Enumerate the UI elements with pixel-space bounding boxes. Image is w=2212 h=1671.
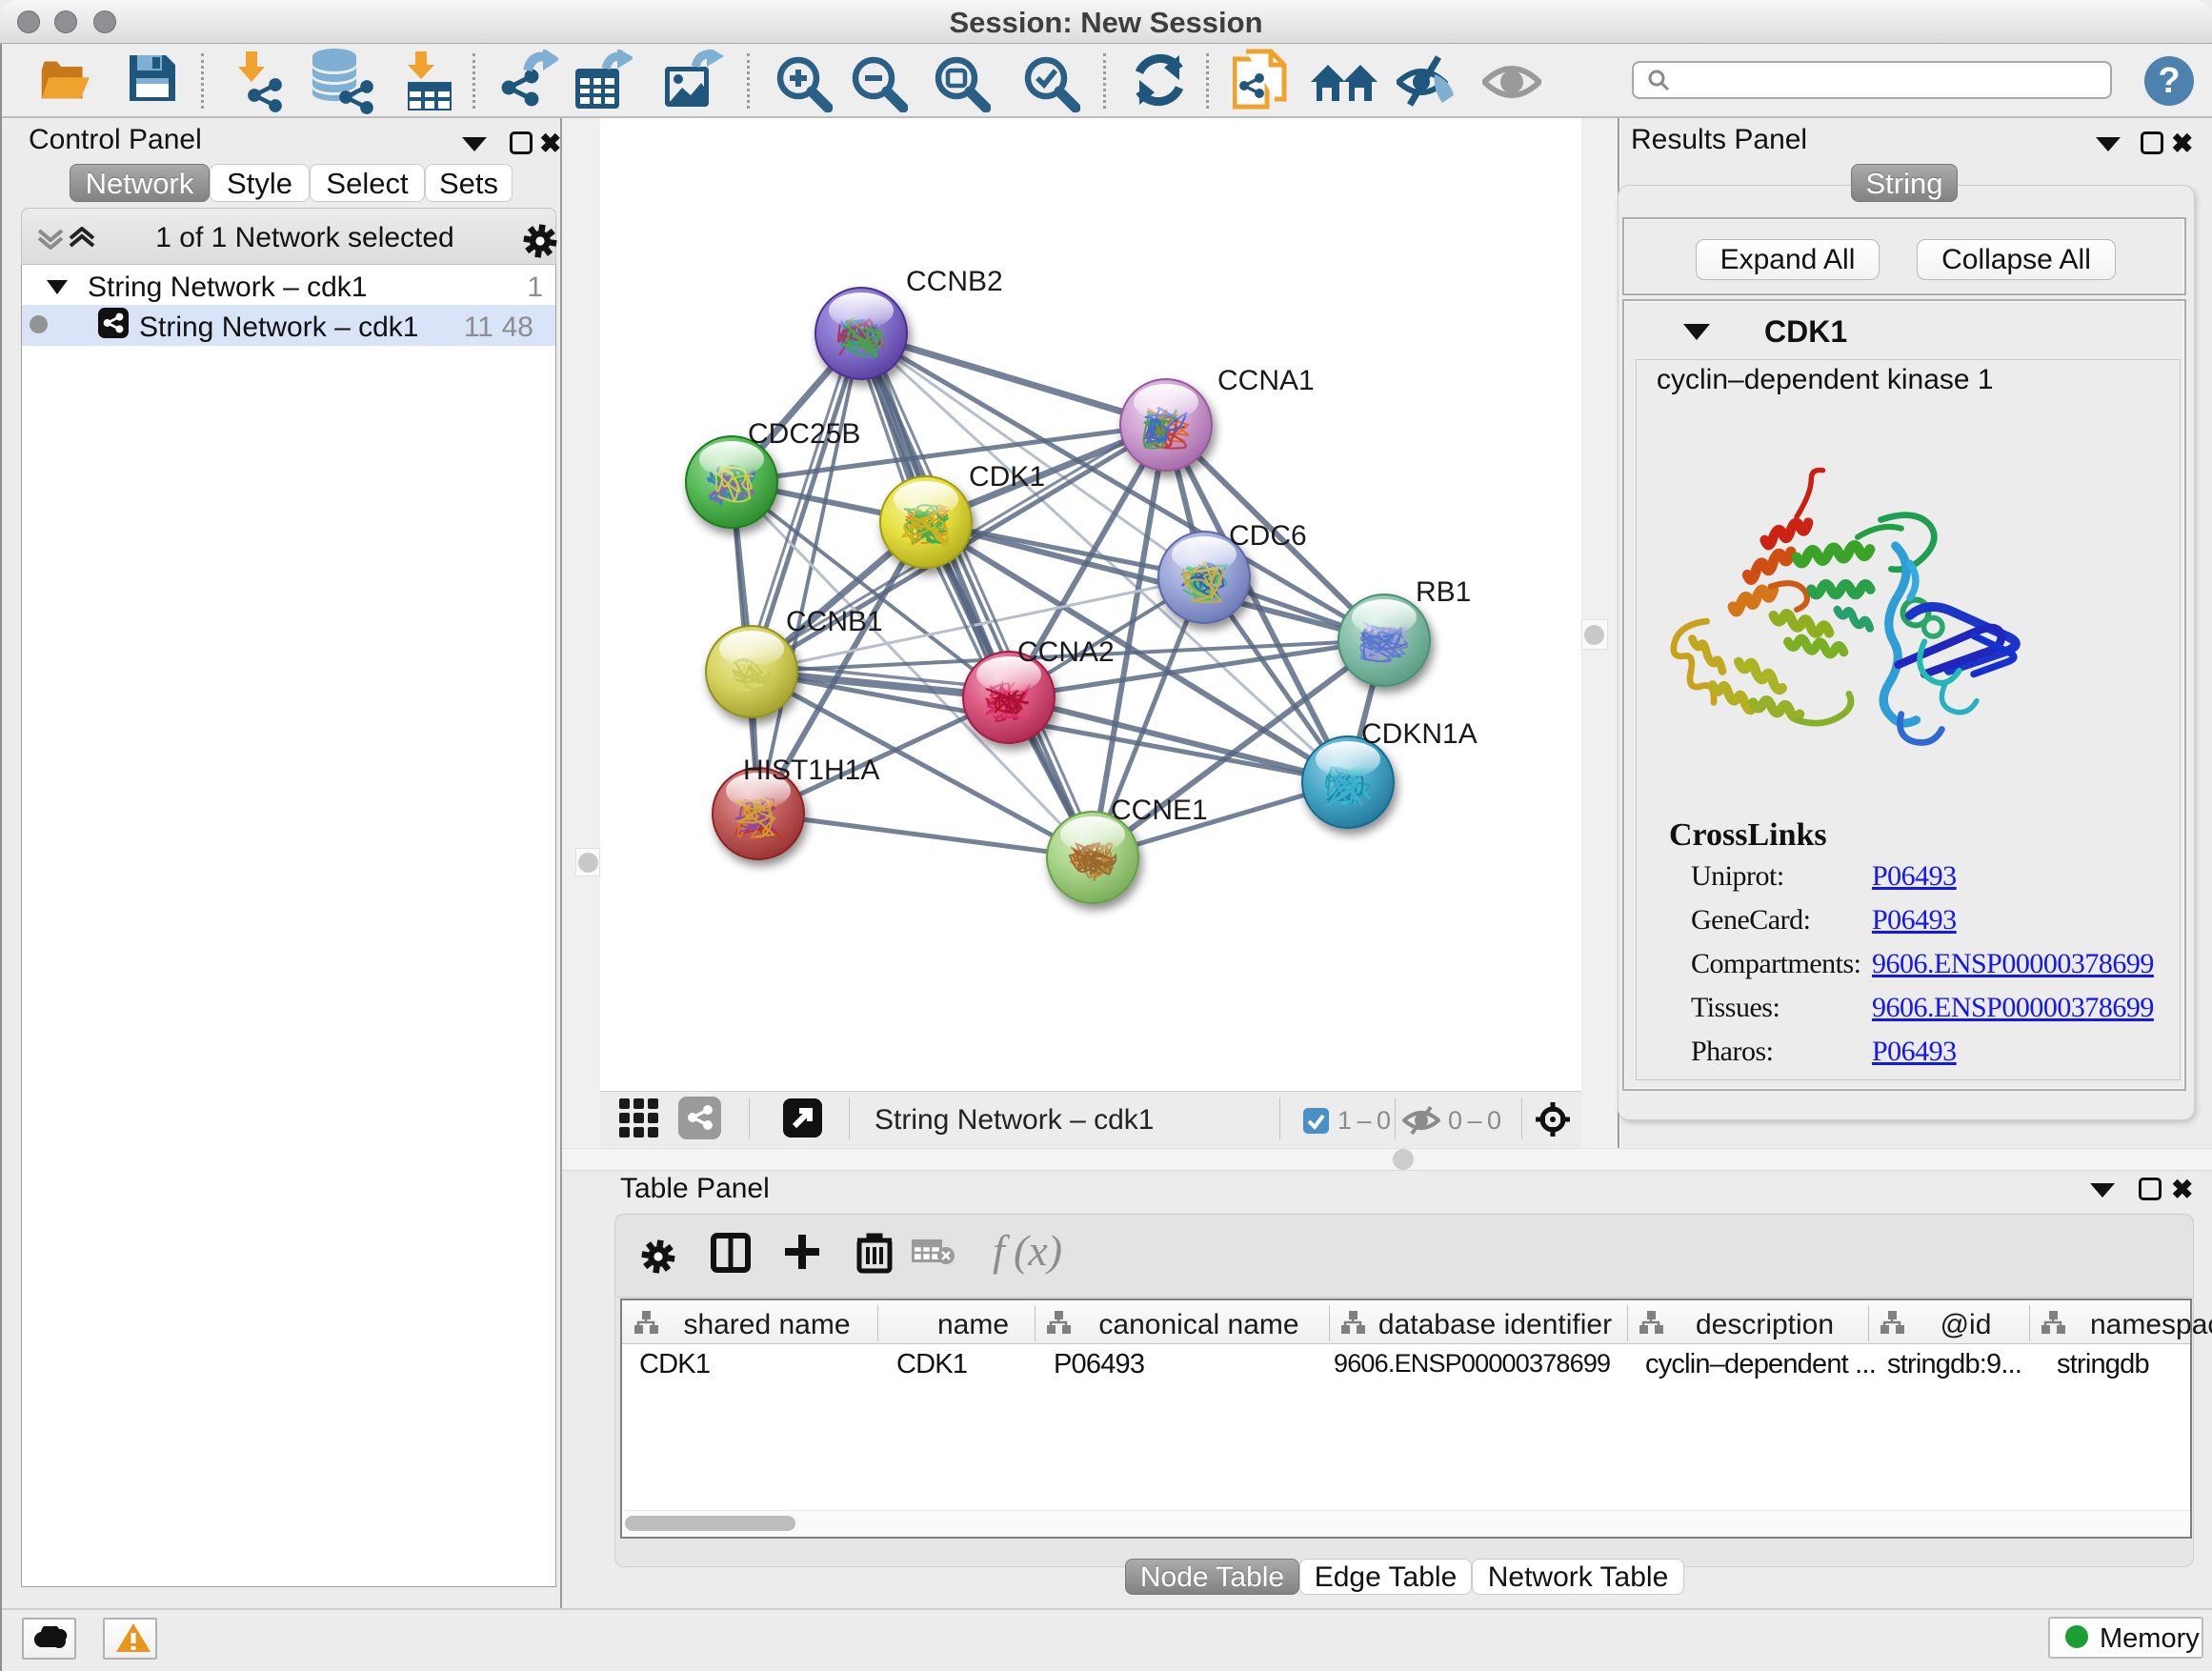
svg-text:CCNA2: CCNA2 [1017, 636, 1115, 668]
svg-text:CCNE1: CCNE1 [1111, 795, 1208, 826]
svg-text:HIST1H1A: HIST1H1A [743, 755, 879, 786]
svg-text:CCNB1: CCNB1 [786, 606, 883, 637]
svg-text:CCNB2: CCNB2 [906, 266, 1003, 297]
svg-text:CDK1: CDK1 [969, 461, 1045, 493]
svg-text:RB1: RB1 [1416, 576, 1471, 608]
svg-text:CCNA1: CCNA1 [1217, 365, 1315, 396]
svg-text:CDC25B: CDC25B [748, 418, 860, 450]
svg-text:CDC6: CDC6 [1229, 520, 1307, 552]
svg-text:CDKN1A: CDKN1A [1361, 718, 1478, 750]
